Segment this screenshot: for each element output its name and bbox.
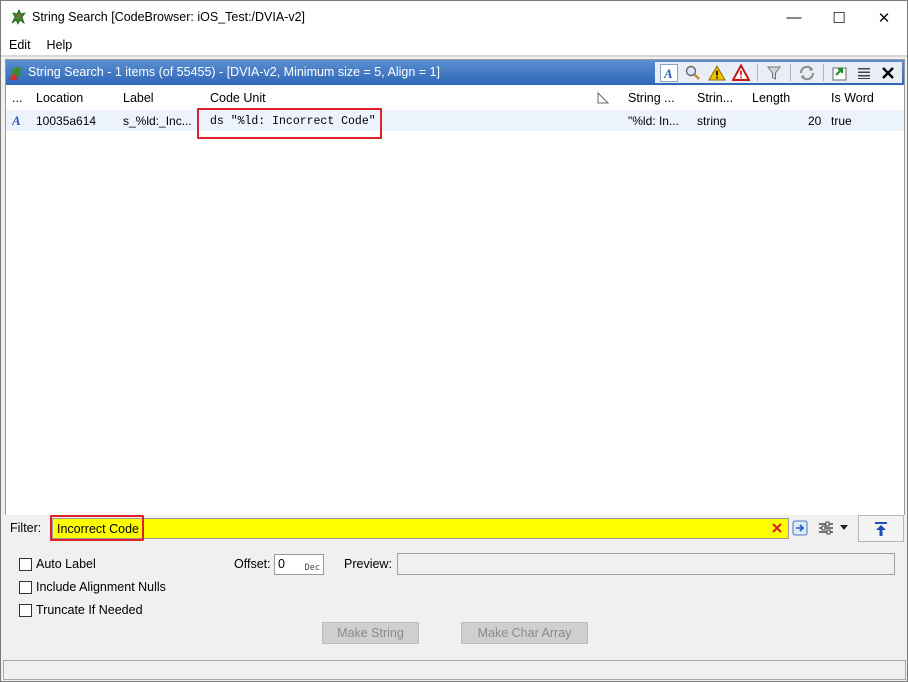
table-row[interactable]: A 10035a614 s_%ld:_Inc... ds "%ld: Incor…	[6, 110, 904, 131]
close-window-button[interactable]: ✕	[861, 1, 907, 34]
window-title: String Search [CodeBrowser: iOS_Test:/DV…	[32, 10, 306, 24]
include-alignment-nulls-label: Include Alignment Nulls	[36, 580, 166, 594]
column-header-length[interactable]: Length	[752, 91, 790, 105]
svg-text:A: A	[663, 66, 673, 81]
svg-text:ab: ab	[9, 73, 18, 81]
truncate-if-needed-label: Truncate If Needed	[36, 603, 143, 617]
cell-is-word: true	[831, 114, 852, 128]
column-header-string[interactable]: String ...	[628, 91, 675, 105]
column-header-icon[interactable]: ...	[12, 91, 22, 105]
svg-text:A: A	[12, 113, 21, 127]
preview-field	[397, 553, 895, 575]
ghidra-dragon-icon	[11, 9, 26, 25]
offset-label: Offset:	[234, 557, 271, 571]
menu-separator	[1, 55, 907, 57]
cell-string: "%ld: In...	[628, 114, 679, 128]
scroll-to-top-button[interactable]	[858, 515, 904, 542]
maximize-icon: ☐	[832, 9, 846, 27]
close-icon[interactable]	[877, 62, 899, 83]
auto-label-label: Auto Label	[36, 557, 96, 571]
include-alignment-nulls-checkbox[interactable]	[19, 580, 32, 594]
cell-label: s_%ld:_Inc...	[123, 114, 192, 128]
make-string-button[interactable]: Make String	[322, 622, 419, 644]
minimize-button[interactable]: —	[771, 1, 817, 34]
menu-icon[interactable]	[853, 62, 875, 83]
sort-indicator-icon[interactable]	[596, 91, 610, 105]
cell-length: 20	[808, 114, 822, 128]
column-header-is-word[interactable]: Is Word	[831, 91, 874, 105]
filter-label: Filter:	[10, 521, 42, 535]
export-icon[interactable]	[829, 62, 851, 83]
dropdown-arrow-icon[interactable]	[837, 518, 851, 538]
column-header-label[interactable]: Label	[123, 91, 154, 105]
filter-funnel-icon[interactable]	[763, 62, 785, 83]
table-header: ... Location Label Code Unit String ... …	[6, 87, 904, 109]
panel-title: String Search - 1 items (of 55455) - [DV…	[28, 65, 440, 79]
panel-toolbar: A	[655, 62, 902, 83]
filter-options-icon[interactable]	[816, 518, 836, 538]
code-unit-highlight	[197, 108, 382, 139]
filter-highlight	[50, 515, 144, 541]
truncate-if-needed-option[interactable]: Truncate If Needed	[19, 603, 143, 617]
font-a-icon[interactable]: A	[658, 62, 680, 83]
make-char-array-button[interactable]: Make Char Array	[461, 622, 588, 644]
warning-icon[interactable]	[706, 62, 728, 83]
arrow-up-icon	[875, 521, 887, 536]
cell-location: 10035a614	[36, 114, 97, 128]
status-bar	[3, 660, 906, 680]
column-header-code-unit[interactable]: Code Unit	[210, 91, 266, 105]
string-search-window: String Search [CodeBrowser: iOS_Test:/DV…	[0, 0, 908, 682]
column-header-location[interactable]: Location	[36, 91, 83, 105]
offset-value: 0	[278, 557, 285, 571]
toolbar-separator	[757, 64, 758, 81]
maximize-button[interactable]: ☐	[816, 1, 862, 34]
panel-header: ab String Search - 1 items (of 55455) - …	[6, 60, 904, 85]
offset-field[interactable]: 0 Dec	[274, 554, 324, 575]
auto-label-checkbox[interactable]	[19, 557, 32, 571]
truncate-if-needed-checkbox[interactable]	[19, 603, 32, 617]
offset-format: Dec	[304, 563, 320, 573]
include-alignment-nulls-option[interactable]: Include Alignment Nulls	[19, 580, 166, 594]
filter-input[interactable]	[52, 518, 789, 539]
menu-edit[interactable]: Edit	[9, 38, 31, 52]
font-a-icon: A	[12, 113, 21, 127]
menu-bar: Edit Help	[1, 34, 907, 55]
string-search-icon: ab	[9, 66, 23, 81]
toolbar-separator	[823, 64, 824, 81]
filter-go-icon[interactable]	[790, 518, 810, 538]
cell-string-type: string	[697, 114, 727, 128]
clear-filter-icon[interactable]	[771, 522, 783, 534]
close-icon: ✕	[877, 9, 891, 27]
preview-label: Preview:	[344, 557, 392, 571]
toolbar-separator	[790, 64, 791, 81]
error-icon[interactable]	[730, 62, 752, 83]
title-bar: String Search [CodeBrowser: iOS_Test:/DV…	[1, 1, 907, 34]
menu-help[interactable]: Help	[47, 38, 73, 52]
minimize-icon: —	[786, 9, 802, 26]
magnifier-icon[interactable]	[682, 62, 704, 83]
filter-bar: Filter:	[5, 515, 905, 542]
column-header-string-type[interactable]: Strin...	[697, 91, 733, 105]
string-search-panel: ab String Search - 1 items (of 55455) - …	[5, 59, 905, 517]
refresh-icon[interactable]	[796, 62, 818, 83]
auto-label-option[interactable]: Auto Label	[19, 557, 96, 571]
